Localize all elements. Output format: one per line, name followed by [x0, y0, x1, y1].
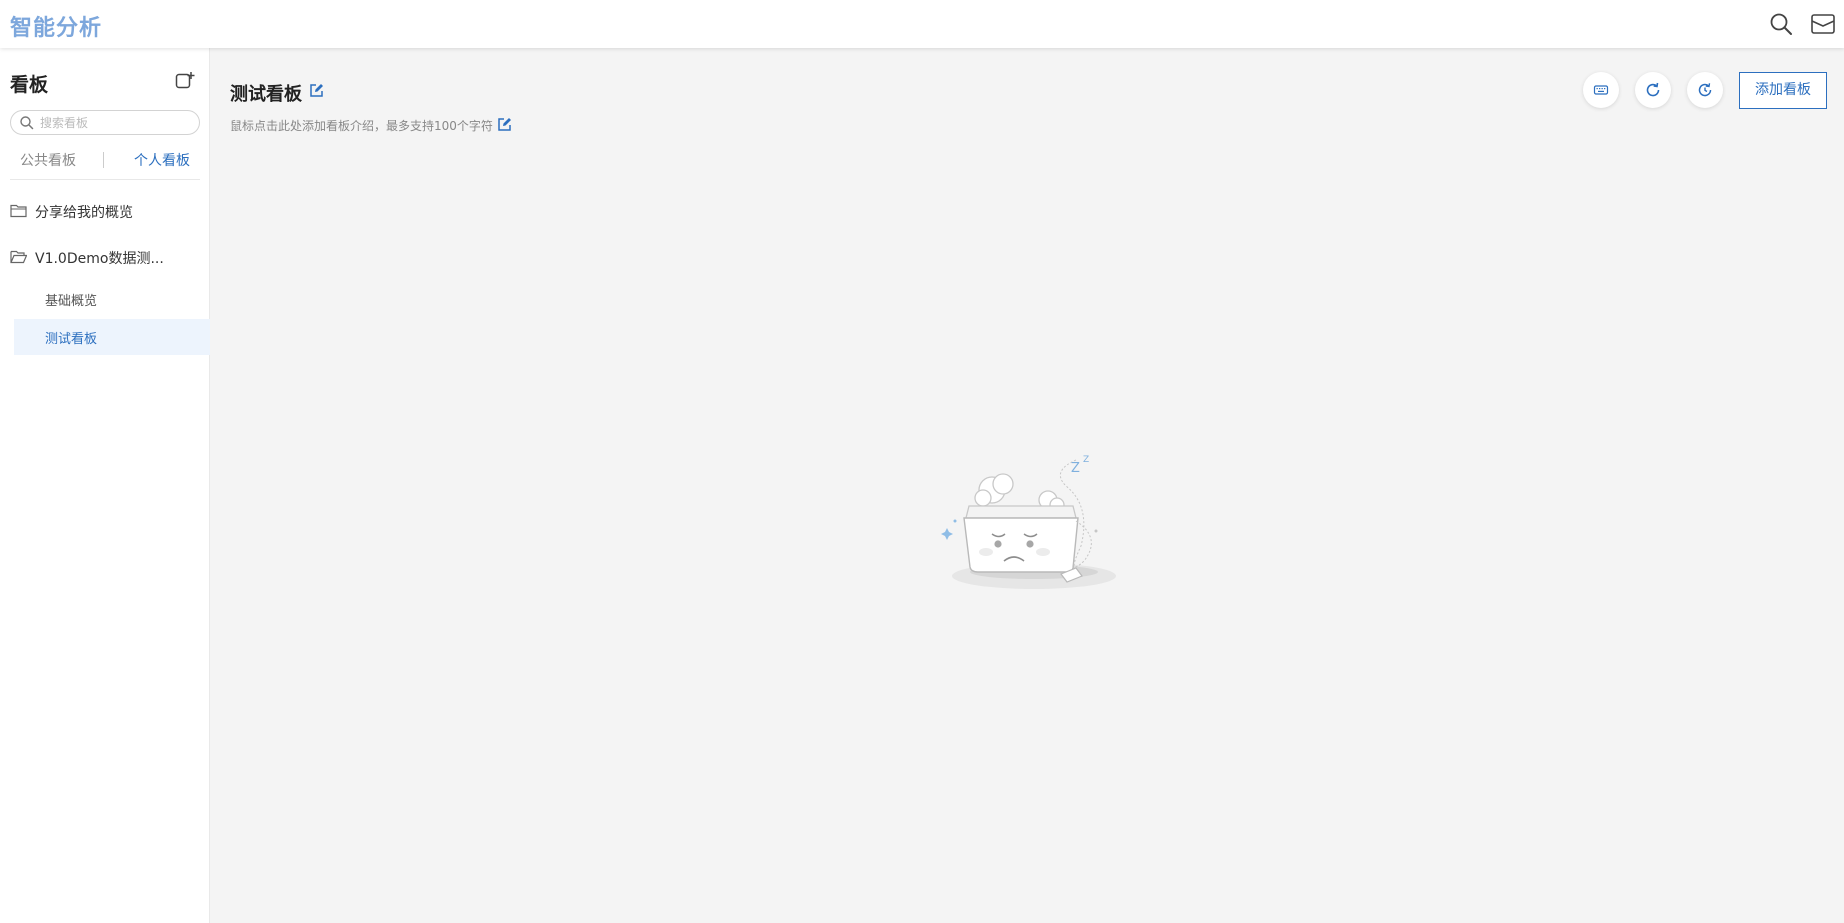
app-title: 智能分析: [10, 16, 103, 41]
tree-item-label: 测试看板: [45, 332, 98, 347]
add-board-button[interactable]: 添加看板: [1739, 72, 1827, 109]
tree-item-basic-overview[interactable]: 基础概览: [14, 281, 210, 317]
tree-folder-label: 分享给我的概览: [35, 205, 133, 221]
auto-refresh-icon: [1698, 83, 1712, 97]
mail-icon[interactable]: [1810, 11, 1836, 37]
tab-public-boards[interactable]: 公共看板: [20, 150, 76, 170]
svg-text:Z: Z: [1083, 455, 1089, 465]
top-bar: 智能分析: [0, 0, 1844, 48]
board-description[interactable]: 鼠标点击此处添加看板介绍，最多支持100个字符: [230, 117, 493, 134]
search-icon: [19, 115, 34, 130]
sidebar-title: 看板: [10, 74, 49, 96]
tree-folder-label: V1.0Demo数据测...: [35, 251, 164, 267]
svg-text:Z: Z: [1071, 461, 1080, 476]
tab-divider: [103, 152, 104, 168]
refresh-button[interactable]: [1635, 72, 1671, 108]
keyboard-icon: [1593, 85, 1609, 95]
auto-refresh-button[interactable]: [1687, 72, 1723, 108]
folder-open-icon: [10, 249, 27, 264]
edit-description-icon[interactable]: [497, 117, 512, 132]
edit-title-icon[interactable]: [309, 83, 324, 98]
board-tabs: 公共看板 个人看板: [10, 150, 200, 180]
search-icon[interactable]: [1768, 11, 1794, 37]
empty-state-illustration: Z Z: [926, 446, 1156, 626]
board-search-input[interactable]: [40, 114, 190, 131]
board-search: [10, 110, 200, 135]
board-title: 测试看板: [230, 84, 302, 105]
main-content: 测试看板 鼠标点击此处添加看板介绍，最多支持100个字符 添加看板 Z Z: [211, 48, 1844, 923]
tree-item-label: 基础概览: [45, 294, 98, 309]
refresh-icon: [1646, 82, 1660, 97]
folder-icon: [10, 203, 27, 218]
tree-item-test-board[interactable]: 测试看板: [14, 319, 210, 355]
sidebar: 看板 公共看板 个人看板 分享给我的概览 V1.0Demo数据测... 基础概览…: [0, 48, 210, 923]
add-board-icon[interactable]: [174, 70, 196, 92]
keyboard-button[interactable]: [1583, 72, 1619, 108]
tab-personal-boards[interactable]: 个人看板: [134, 150, 190, 170]
